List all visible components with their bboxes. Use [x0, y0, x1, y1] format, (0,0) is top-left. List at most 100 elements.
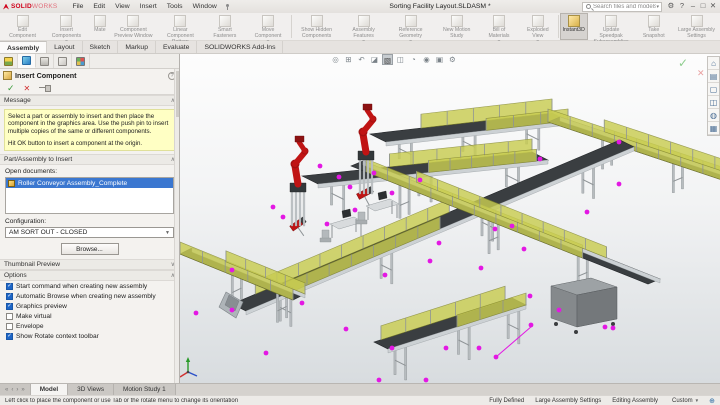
toolbar-button[interactable]: Move Component ▼ — [246, 13, 290, 43]
ribbon-tab[interactable]: Evaluate — [156, 41, 198, 53]
toolbar-button[interactable]: Exploded View ▼ — [519, 13, 557, 43]
toolbar-button[interactable]: Component Preview Window — [110, 13, 157, 40]
collection-bin[interactable] — [550, 277, 618, 334]
toolbar-button[interactable]: Insert Components ▼ — [43, 13, 90, 43]
previous-view-icon[interactable]: ↶ — [356, 54, 367, 65]
document-tab[interactable]: Model — [30, 384, 69, 395]
cancel-button[interactable]: ✕ — [24, 84, 31, 93]
search-input[interactable]: Search files and models — [593, 4, 656, 10]
options-gear-icon[interactable]: ⚙ — [666, 1, 676, 11]
globe-icon[interactable]: ⊕ — [709, 397, 715, 405]
configuration-select[interactable]: AM SORT OUT - CLOSED ▼ — [5, 227, 174, 239]
minimize-button[interactable]: – — [688, 1, 698, 11]
browse-button[interactable]: Browse... — [60, 243, 119, 256]
toolbar-button[interactable]: Assembly Features ▼ — [340, 13, 387, 43]
menu-item[interactable]: Insert — [135, 3, 162, 10]
document-tab[interactable]: 3D Views — [68, 384, 115, 395]
toolbar-button[interactable]: Edit Component — [2, 13, 43, 40]
ok-button[interactable]: ✓ — [7, 83, 15, 94]
menu-item[interactable]: View — [110, 3, 135, 10]
assembly-3d-scene[interactable] — [180, 54, 720, 383]
scrollbar-thumb[interactable] — [176, 71, 179, 117]
checkbox[interactable] — [6, 292, 13, 300]
confirmation-corner-cancel-icon[interactable]: ✕ — [697, 68, 705, 79]
view-palette-icon[interactable]: ◫ — [708, 96, 719, 109]
conveyor[interactable] — [373, 285, 527, 381]
toolbar-button[interactable]: Reference Geometry ▼ — [387, 13, 434, 43]
option-checkbox-row[interactable]: Envelope — [0, 321, 179, 331]
menu-item[interactable]: Tools — [162, 3, 188, 10]
confirmation-corner-ok-icon[interactable]: ✓ — [678, 56, 688, 70]
scroll-first-icon[interactable]: « — [5, 387, 8, 393]
custom-properties-icon[interactable]: ▦ — [708, 122, 719, 135]
maximize-button[interactable]: □ — [698, 1, 708, 11]
zoom-to-area-icon[interactable]: ⊞ — [343, 54, 354, 65]
toolbar-button[interactable]: Bill of Materials ▼ — [479, 13, 518, 43]
message-section-header[interactable]: Message ∧ — [0, 95, 179, 106]
conveyor[interactable] — [180, 241, 306, 323]
tab-scroll-controls[interactable]: « ‹ › » — [0, 384, 31, 395]
menu-item[interactable]: File — [67, 3, 88, 10]
discharge-chute[interactable] — [218, 291, 244, 319]
panel-scrollbar[interactable] — [174, 69, 179, 383]
design-library-icon[interactable]: ▤ — [708, 70, 719, 83]
featuremanager-tree-tab[interactable] — [0, 54, 18, 68]
robot-arm[interactable] — [289, 135, 309, 227]
ribbon-tab[interactable]: SOLIDWORKS Add-Ins — [197, 41, 284, 53]
checkbox[interactable] — [6, 312, 13, 320]
ribbon-tab[interactable]: Assembly — [0, 41, 48, 53]
display-style-icon[interactable]: ◫ — [395, 54, 406, 65]
file-explorer-icon[interactable]: ▢ — [708, 83, 719, 96]
view-settings-icon[interactable]: ⚙ — [447, 54, 458, 65]
dimxpertmanager-tab[interactable] — [54, 54, 72, 68]
toolbar-button[interactable]: Update Speedpak Subassemblies — [588, 13, 635, 45]
chevron-down-icon[interactable]: ▼ — [165, 230, 170, 236]
option-checkbox-row[interactable]: Show Rotate context toolbar — [0, 331, 179, 341]
toolbar-button[interactable]: Take Snapshot — [635, 13, 673, 40]
open-documents-list[interactable]: Roller Conveyor Assembly_Complete — [5, 177, 174, 215]
appearances-icon[interactable]: ◍ — [708, 109, 719, 122]
checkbox[interactable] — [6, 302, 13, 310]
toolbar-button[interactable]: New Motion Study — [434, 13, 479, 40]
apply-scene-icon[interactable]: ▣ — [434, 54, 445, 65]
propertymanager-tab[interactable] — [18, 54, 36, 68]
origin-triad[interactable] — [180, 357, 198, 378]
toolbar-button[interactable]: Large Assembly Settings — [673, 13, 720, 40]
options-section-header[interactable]: Options ∧ — [0, 270, 179, 282]
pin-menu-icon[interactable] — [224, 3, 231, 10]
help-icon[interactable]: ? — [677, 1, 687, 11]
zoom-to-fit-icon[interactable]: ◎ — [330, 54, 341, 65]
ribbon-tab[interactable]: Markup — [118, 41, 156, 53]
push-pin-icon[interactable] — [39, 84, 52, 92]
edit-appearance-icon[interactable]: ◉ — [421, 54, 432, 65]
checkbox[interactable] — [6, 332, 13, 340]
toolbar-button[interactable]: Instant3D — [559, 13, 588, 40]
scroll-prev-icon[interactable]: ‹ — [11, 387, 13, 393]
scroll-next-icon[interactable]: › — [16, 387, 18, 393]
checkbox[interactable] — [6, 322, 13, 330]
toolbar-button[interactable]: Show Hidden Components — [293, 13, 340, 40]
displaymanager-tab[interactable] — [72, 54, 90, 68]
solidworks-resources-icon[interactable]: ⌂ — [708, 57, 719, 70]
graphics-viewport[interactable]: ◎ ⊞ ↶ ◪ ▧ ◫ ◔ ◉ ▣ ⚙ ✓ ✕ ⌂ ▤ ▢ ◫ ◍ ▦ — [180, 54, 720, 383]
configurationmanager-tab[interactable] — [36, 54, 54, 68]
option-checkbox-row[interactable]: Graphics preview — [0, 301, 179, 311]
unit-system-selector[interactable]: Custom ▼ — [672, 398, 699, 404]
menu-item[interactable]: Window — [188, 3, 222, 10]
checkbox[interactable] — [6, 282, 13, 290]
part-assembly-section-header[interactable]: Part/Assembly to Insert ∧ — [0, 154, 179, 166]
search-dropdown-icon[interactable]: ▾ — [656, 4, 659, 10]
menu-item[interactable]: Edit — [88, 3, 110, 10]
option-checkbox-row[interactable]: Automatic Browse when creating new assem… — [0, 291, 179, 301]
view-orientation-icon[interactable]: ▧ — [382, 54, 393, 65]
ribbon-tab[interactable]: Layout — [47, 41, 83, 53]
option-checkbox-row[interactable]: Start command when creating new assembly — [0, 281, 179, 291]
document-tab[interactable]: Motion Study 1 — [114, 384, 176, 395]
thumbnail-preview-section-header[interactable]: Thumbnail Preview ∨ — [0, 259, 179, 271]
document-list-item[interactable]: Roller Conveyor Assembly_Complete — [6, 178, 173, 189]
hide-show-items-icon[interactable]: ◔ — [408, 54, 419, 65]
search-box[interactable]: Search files and models ▾ — [582, 1, 662, 12]
section-view-icon[interactable]: ◪ — [369, 54, 380, 65]
ribbon-tab[interactable]: Sketch — [83, 41, 119, 53]
toolbar-button[interactable]: Linear Component Pattern ▼ — [157, 13, 204, 49]
